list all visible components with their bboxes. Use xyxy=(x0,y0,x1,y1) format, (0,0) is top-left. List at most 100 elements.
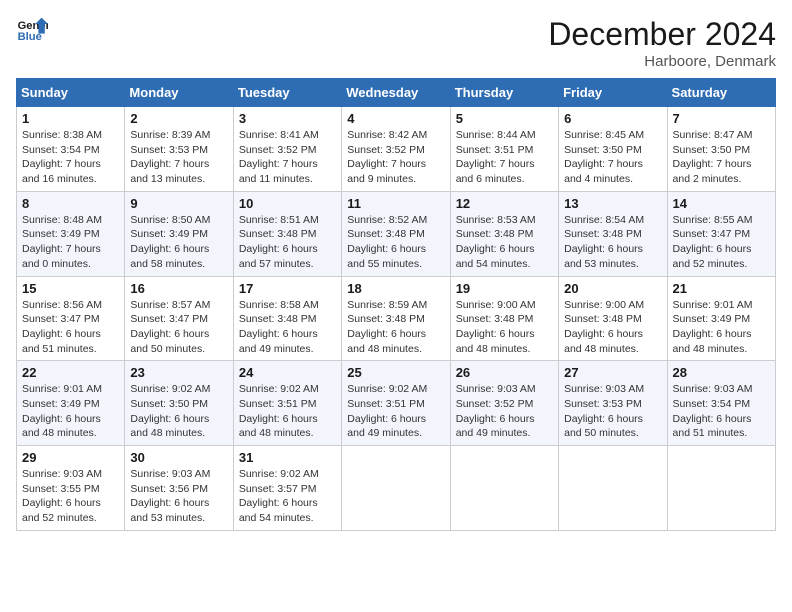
calendar-cell: 1 Sunrise: 8:38 AMSunset: 3:54 PMDaylight… xyxy=(17,107,125,192)
day-number: 16 xyxy=(130,281,227,296)
day-info: Sunrise: 8:42 AMSunset: 3:52 PMDaylight:… xyxy=(347,128,444,187)
day-number: 3 xyxy=(239,111,336,126)
calendar-week-row: 1 Sunrise: 8:38 AMSunset: 3:54 PMDaylight… xyxy=(17,107,776,192)
calendar-cell: 6 Sunrise: 8:45 AMSunset: 3:50 PMDaylight… xyxy=(559,107,667,192)
calendar-cell: 3Sunrise: 8:41 AMSunset: 3:52 PMDaylight… xyxy=(233,107,341,192)
day-info: Sunrise: 8:58 AMSunset: 3:48 PMDaylight:… xyxy=(239,298,336,357)
day-number: 5 xyxy=(456,111,553,126)
day-number: 11 xyxy=(347,196,444,211)
day-number: 24 xyxy=(239,365,336,380)
day-info: Sunrise: 8:38 AMSunset: 3:54 PMDaylight:… xyxy=(22,128,119,187)
day-info: Sunrise: 8:39 AMSunset: 3:53 PMDaylight:… xyxy=(130,128,227,187)
day-number: 20 xyxy=(564,281,661,296)
day-info: Sunrise: 9:02 AMSunset: 3:57 PMDaylight:… xyxy=(239,467,336,526)
weekday-header: Monday xyxy=(125,79,233,107)
calendar-cell: 25 Sunrise: 9:02 AMSunset: 3:51 PMDayligh… xyxy=(342,361,450,446)
day-info: Sunrise: 8:53 AMSunset: 3:48 PMDaylight:… xyxy=(456,213,553,272)
day-number: 29 xyxy=(22,450,119,465)
calendar-cell: 15 Sunrise: 8:56 AMSunset: 3:47 PMDayligh… xyxy=(17,276,125,361)
day-number: 28 xyxy=(673,365,770,380)
calendar-cell: 5 Sunrise: 8:44 AMSunset: 3:51 PMDaylight… xyxy=(450,107,558,192)
day-info: Sunrise: 8:51 AMSunset: 3:48 PMDaylight:… xyxy=(239,213,336,272)
day-info: Sunrise: 8:44 AMSunset: 3:51 PMDaylight:… xyxy=(456,128,553,187)
calendar-table: SundayMondayTuesdayWednesdayThursdayFrid… xyxy=(16,78,776,531)
calendar-cell: 12 Sunrise: 8:53 AMSunset: 3:48 PMDayligh… xyxy=(450,191,558,276)
month-title: December 2024 xyxy=(548,16,776,53)
calendar-cell xyxy=(450,446,558,531)
calendar-cell: 19Sunrise: 9:00 AMSunset: 3:48 PMDayligh… xyxy=(450,276,558,361)
day-info: Sunrise: 9:03 AMSunset: 3:55 PMDaylight:… xyxy=(22,467,119,526)
calendar-cell: 10 Sunrise: 8:51 AMSunset: 3:48 PMDayligh… xyxy=(233,191,341,276)
calendar-cell xyxy=(559,446,667,531)
day-number: 31 xyxy=(239,450,336,465)
day-number: 14 xyxy=(673,196,770,211)
logo: General Blue xyxy=(16,16,48,44)
day-info: Sunrise: 9:00 AMSunset: 3:48 PMDaylight:… xyxy=(456,298,553,357)
day-number: 10 xyxy=(239,196,336,211)
weekday-header: Wednesday xyxy=(342,79,450,107)
calendar-cell: 14Sunrise: 8:55 AMSunset: 3:47 PMDayligh… xyxy=(667,191,775,276)
day-number: 17 xyxy=(239,281,336,296)
day-number: 25 xyxy=(347,365,444,380)
day-info: Sunrise: 9:02 AMSunset: 3:51 PMDaylight:… xyxy=(347,382,444,441)
calendar-cell: 28 Sunrise: 9:03 AMSunset: 3:54 PMDayligh… xyxy=(667,361,775,446)
calendar-cell: 11 Sunrise: 8:52 AMSunset: 3:48 PMDayligh… xyxy=(342,191,450,276)
calendar-cell: 26 Sunrise: 9:03 AMSunset: 3:52 PMDayligh… xyxy=(450,361,558,446)
calendar-cell: 30 Sunrise: 9:03 AMSunset: 3:56 PMDayligh… xyxy=(125,446,233,531)
weekday-header: Saturday xyxy=(667,79,775,107)
title-block: December 2024 Harboore, Denmark xyxy=(548,16,776,70)
day-info: Sunrise: 8:45 AMSunset: 3:50 PMDaylight:… xyxy=(564,128,661,187)
calendar-week-row: 15 Sunrise: 8:56 AMSunset: 3:47 PMDayligh… xyxy=(17,276,776,361)
weekday-header: Sunday xyxy=(17,79,125,107)
day-info: Sunrise: 9:01 AMSunset: 3:49 PMDaylight:… xyxy=(673,298,770,357)
calendar-cell: 21 Sunrise: 9:01 AMSunset: 3:49 PMDayligh… xyxy=(667,276,775,361)
day-number: 4 xyxy=(347,111,444,126)
day-info: Sunrise: 9:01 AMSunset: 3:49 PMDaylight:… xyxy=(22,382,119,441)
day-info: Sunrise: 8:48 AMSunset: 3:49 PMDaylight:… xyxy=(22,213,119,272)
calendar-cell: 20 Sunrise: 9:00 AMSunset: 3:48 PMDayligh… xyxy=(559,276,667,361)
day-number: 8 xyxy=(22,196,119,211)
day-info: Sunrise: 9:03 AMSunset: 3:56 PMDaylight:… xyxy=(130,467,227,526)
weekday-header: Thursday xyxy=(450,79,558,107)
day-info: Sunrise: 8:50 AMSunset: 3:49 PMDaylight:… xyxy=(130,213,227,272)
day-info: Sunrise: 8:52 AMSunset: 3:48 PMDaylight:… xyxy=(347,213,444,272)
logo-icon: General Blue xyxy=(16,16,48,44)
calendar-cell: 16 Sunrise: 8:57 AMSunset: 3:47 PMDayligh… xyxy=(125,276,233,361)
day-info: Sunrise: 9:03 AMSunset: 3:52 PMDaylight:… xyxy=(456,382,553,441)
day-number: 9 xyxy=(130,196,227,211)
day-info: Sunrise: 9:03 AMSunset: 3:53 PMDaylight:… xyxy=(564,382,661,441)
day-info: Sunrise: 9:02 AMSunset: 3:50 PMDaylight:… xyxy=(130,382,227,441)
day-number: 18 xyxy=(347,281,444,296)
day-info: Sunrise: 9:00 AMSunset: 3:48 PMDaylight:… xyxy=(564,298,661,357)
calendar-cell: 17 Sunrise: 8:58 AMSunset: 3:48 PMDayligh… xyxy=(233,276,341,361)
day-info: Sunrise: 8:56 AMSunset: 3:47 PMDaylight:… xyxy=(22,298,119,357)
calendar-week-row: 29 Sunrise: 9:03 AMSunset: 3:55 PMDayligh… xyxy=(17,446,776,531)
day-number: 27 xyxy=(564,365,661,380)
calendar-cell xyxy=(342,446,450,531)
calendar-cell: 8 Sunrise: 8:48 AMSunset: 3:49 PMDaylight… xyxy=(17,191,125,276)
day-number: 6 xyxy=(564,111,661,126)
calendar-cell: 7Sunrise: 8:47 AMSunset: 3:50 PMDaylight… xyxy=(667,107,775,192)
day-number: 22 xyxy=(22,365,119,380)
weekday-header: Tuesday xyxy=(233,79,341,107)
day-number: 1 xyxy=(22,111,119,126)
day-number: 23 xyxy=(130,365,227,380)
weekday-header: Friday xyxy=(559,79,667,107)
day-info: Sunrise: 8:54 AMSunset: 3:48 PMDaylight:… xyxy=(564,213,661,272)
day-number: 30 xyxy=(130,450,227,465)
day-info: Sunrise: 8:57 AMSunset: 3:47 PMDaylight:… xyxy=(130,298,227,357)
day-number: 21 xyxy=(673,281,770,296)
calendar-cell: 24Sunrise: 9:02 AMSunset: 3:51 PMDayligh… xyxy=(233,361,341,446)
location: Harboore, Denmark xyxy=(548,53,776,70)
weekday-header-row: SundayMondayTuesdayWednesdayThursdayFrid… xyxy=(17,79,776,107)
calendar-cell: 4 Sunrise: 8:42 AMSunset: 3:52 PMDaylight… xyxy=(342,107,450,192)
page-header: General Blue December 2024 Harboore, Den… xyxy=(16,16,776,70)
day-number: 15 xyxy=(22,281,119,296)
calendar-cell: 23 Sunrise: 9:02 AMSunset: 3:50 PMDayligh… xyxy=(125,361,233,446)
day-number: 26 xyxy=(456,365,553,380)
day-number: 12 xyxy=(456,196,553,211)
calendar-cell: 22 Sunrise: 9:01 AMSunset: 3:49 PMDayligh… xyxy=(17,361,125,446)
svg-text:Blue: Blue xyxy=(18,31,42,43)
calendar-cell: 29 Sunrise: 9:03 AMSunset: 3:55 PMDayligh… xyxy=(17,446,125,531)
day-info: Sunrise: 9:03 AMSunset: 3:54 PMDaylight:… xyxy=(673,382,770,441)
